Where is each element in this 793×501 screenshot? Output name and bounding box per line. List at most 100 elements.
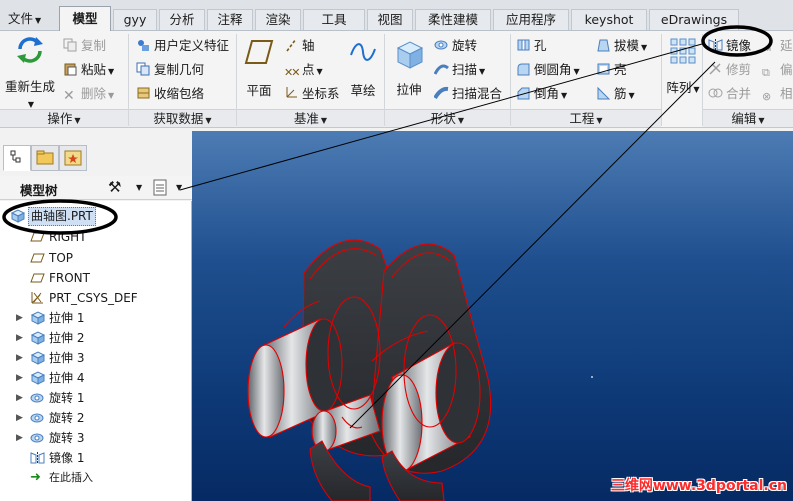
tab-edrawings[interactable]: eDrawings: [649, 9, 739, 30]
hole-icon: [517, 39, 530, 51]
point-button[interactable]: ✕✕ 点 ▼: [284, 62, 323, 80]
copy-button[interactable]: 复制: [63, 38, 106, 54]
copy-geometry-button[interactable]: 复制几何: [136, 62, 204, 78]
chevron-down-icon: ▼: [320, 116, 328, 125]
merge-icon: [708, 88, 723, 98]
round-button[interactable]: 倒圆角 ▼: [516, 62, 580, 80]
expand-icon[interactable]: ▶: [16, 368, 23, 388]
insert-arrow-icon: ➜: [30, 470, 41, 485]
settings-tools-icon[interactable]: ⚒: [108, 178, 121, 196]
expand-icon[interactable]: ▶: [16, 348, 23, 368]
tree-item-revolve[interactable]: ▶ 旋转 3: [0, 428, 185, 448]
tab-applications[interactable]: 应用程序: [493, 9, 569, 30]
delete-icon: ✕: [63, 88, 75, 104]
tree-item-mirror[interactable]: 镜像 1: [0, 448, 185, 468]
merge-button[interactable]: 合并: [708, 86, 751, 102]
tree-item-extrude[interactable]: ▶ 拉伸 3: [0, 348, 185, 368]
intersect-button[interactable]: ⊗ 相: [762, 86, 793, 103]
revolve-button[interactable]: 旋转: [434, 38, 477, 54]
expand-icon[interactable]: ▶: [16, 408, 23, 428]
trim-button[interactable]: 修剪: [708, 62, 751, 78]
tab-tools[interactable]: 工具: [303, 9, 365, 30]
group-engineering[interactable]: 工程 ▼: [511, 109, 661, 127]
tab-label: 分析: [169, 12, 195, 27]
tab-keyshot[interactable]: keyshot: [571, 9, 647, 30]
tab-model-tree[interactable]: [3, 145, 31, 171]
chamfer-button[interactable]: 倒角 ▼: [516, 86, 567, 104]
tab-render[interactable]: 渲染: [255, 9, 301, 30]
crankshaft-model[interactable]: [192, 131, 793, 501]
udf-label: 用户定义特征: [154, 38, 230, 53]
copy-icon: [63, 38, 77, 52]
expand-icon[interactable]: ▶: [16, 428, 23, 448]
group-shapes[interactable]: 形状 ▼: [385, 109, 510, 127]
rib-button[interactable]: 筋 ▼: [596, 86, 635, 104]
tab-flexible-modeling[interactable]: 柔性建模: [415, 9, 491, 30]
axis-button[interactable]: 轴: [284, 38, 315, 54]
tab-view[interactable]: 视图: [367, 9, 413, 30]
expand-icon[interactable]: ▶: [16, 388, 23, 408]
expand-icon[interactable]: ▶: [16, 308, 23, 328]
expand-icon[interactable]: ▶: [16, 328, 23, 348]
chevron-down-icon: ▼: [316, 67, 323, 76]
tab-label: 注释: [217, 12, 243, 27]
group-operations[interactable]: 操作 ▼: [0, 109, 128, 127]
tree-item-datum-plane[interactable]: FRONT: [0, 268, 185, 288]
extend-button[interactable]: ⇥ 延: [762, 38, 793, 55]
sketch-button[interactable]: 草绘: [344, 37, 382, 99]
extrude-button[interactable]: 拉伸: [388, 36, 430, 98]
chevron-down-icon[interactable]: ▼: [176, 183, 182, 192]
mirror-button[interactable]: 镜像: [708, 38, 751, 54]
paste-label: 粘贴: [81, 62, 107, 77]
sweep-icon: [434, 64, 449, 75]
csys-label: 坐标系: [302, 86, 340, 101]
tree-insert-here[interactable]: ➜ 在此插入: [0, 468, 185, 488]
tab-gyy[interactable]: gyy: [113, 9, 157, 30]
chevron-down-icon[interactable]: ▼: [136, 183, 142, 192]
part-icon: [10, 209, 25, 223]
sweep-button[interactable]: 扫描 ▼: [434, 62, 485, 80]
offset-icon: ⧉: [762, 66, 770, 79]
draft-button[interactable]: 拔模 ▼: [596, 38, 647, 56]
tree-item-extrude[interactable]: ▶ 拉伸 1: [0, 308, 185, 328]
chevron-down-icon: ▼: [205, 116, 212, 125]
tab-model[interactable]: 模型: [59, 6, 111, 31]
hole-button[interactable]: 孔: [516, 38, 547, 54]
tree-item-part[interactable]: 曲轴图.PRT: [0, 206, 185, 226]
graphics-viewport[interactable]: 三维网www.3dportal.cn: [192, 131, 793, 501]
shrinkwrap-button[interactable]: 收缩包络: [136, 86, 204, 102]
shell-button[interactable]: 壳: [596, 62, 627, 78]
show-list-icon[interactable]: [152, 179, 168, 197]
copy-geometry-icon: [136, 62, 150, 76]
regenerate-button[interactable]: 重新生成 ▼: [4, 35, 56, 109]
tab-label: 柔性建模: [427, 12, 478, 27]
pattern-button[interactable]: 阵列 ▼: [664, 36, 702, 98]
tab-folder-browser[interactable]: [31, 145, 59, 171]
tree-item-revolve[interactable]: ▶ 旋转 1: [0, 388, 185, 408]
tree-item-csys[interactable]: PRT_CSYS_DEF: [0, 288, 185, 308]
tree-item-datum-plane[interactable]: TOP: [0, 248, 185, 268]
round-icon: [517, 63, 530, 76]
file-menu[interactable]: 文件 ▼: [2, 9, 52, 30]
udf-button[interactable]: 用户定义特征: [136, 38, 229, 54]
shrinkwrap-label: 收缩包络: [154, 86, 205, 101]
group-editing[interactable]: 编辑 ▼: [703, 109, 793, 127]
paste-button[interactable]: 粘贴 ▼: [63, 62, 114, 80]
tree-item-extrude[interactable]: ▶ 拉伸 4: [0, 368, 185, 388]
csys-button[interactable]: 坐标系: [284, 86, 340, 102]
tab-analysis[interactable]: 分析: [159, 9, 205, 30]
model-tree-title: 模型树: [20, 183, 58, 198]
tab-annotate[interactable]: 注释: [207, 9, 253, 30]
tab-label: 应用程序: [505, 12, 556, 27]
delete-button[interactable]: ✕ 删除 ▼: [63, 86, 114, 104]
tree-item-revolve[interactable]: ▶ 旋转 2: [0, 408, 185, 428]
swept-blend-button[interactable]: 扫描混合: [434, 86, 502, 102]
plane-button[interactable]: 平面: [240, 37, 278, 99]
tree-item-extrude[interactable]: ▶ 拉伸 2: [0, 328, 185, 348]
group-datum[interactable]: 基准 ▼: [237, 109, 384, 127]
shrinkwrap-icon: [137, 87, 150, 99]
offset-button[interactable]: ⧉ 偏: [762, 62, 793, 79]
tab-favorites[interactable]: [59, 145, 87, 171]
group-get-data[interactable]: 获取数据 ▼: [129, 109, 236, 127]
tree-item-datum-plane[interactable]: RIGHT: [0, 227, 185, 247]
